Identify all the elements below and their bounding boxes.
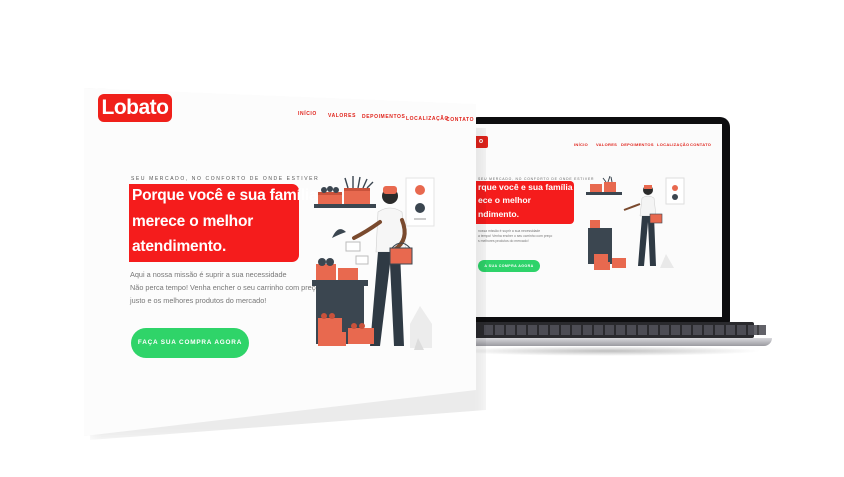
brand-logo[interactable]: Lobato <box>98 94 172 122</box>
hero-headline-line: merece o melhor <box>132 213 254 230</box>
hero-headline-line: atendimento. <box>132 238 227 255</box>
grocery-seller-illustration-icon <box>312 176 435 350</box>
hero-headline-box: Porque você e sua família merece o melho… <box>129 184 318 262</box>
nav-item-inicio[interactable]: INÍCIO <box>298 111 317 117</box>
hero-headline-line: Porque você e sua família <box>132 187 318 204</box>
laptop-headline-line: rque você e sua família <box>478 182 573 192</box>
hero-body-line: justo e os melhores produtos do mercado! <box>130 296 267 305</box>
nav-item-valores[interactable]: VALORES <box>328 113 356 119</box>
laptop-nav-inicio[interactable]: INÍCIO <box>574 142 588 147</box>
laptop-nav-valores[interactable]: VALORES <box>596 142 617 147</box>
laptop-base <box>442 322 772 348</box>
laptop-nav-localizacao[interactable]: LOCALIZAÇÃO <box>657 142 689 147</box>
shop-now-button[interactable]: FAÇA SUA COMPRA AGORA <box>131 328 249 358</box>
laptop-screen: o INÍCIO VALORES DEPOIMENTOS LOCALIZAÇÃO… <box>476 124 722 317</box>
laptop-body-line: a tempo! Venha encher o seu carrinho com… <box>478 234 553 238</box>
hero-tagline: SEU MERCADO, NO CONFORTO DE ONDE ESTIVER <box>131 176 320 182</box>
laptop-keyboard <box>484 325 766 335</box>
nav-item-localizacao[interactable]: LOCALIZAÇÃO <box>406 116 449 122</box>
laptop-nav-contato[interactable]: CONTATO <box>690 142 711 147</box>
nav-item-depoimentos[interactable]: DEPOIMENTOS <box>362 114 405 120</box>
hero-body-line: Aqui a nossa missão é suprir a sua neces… <box>130 270 287 279</box>
nav-item-contato[interactable]: CONTATO <box>446 117 474 123</box>
laptop-grocery-illustration-icon <box>586 176 685 270</box>
laptop-hero-box: rque você e sua família ece o melhor ndi… <box>476 181 574 224</box>
hero-body-line: Não perca tempo! Venha encher o seu carr… <box>130 283 320 292</box>
laptop-body-line: nossa missão é suprir a sua necessidade <box>478 229 541 233</box>
landing-page-card: Lobato INÍCIO VALORES DEPOIMENTOS LOCALI… <box>84 88 476 436</box>
laptop-cta-button[interactable]: A SUA COMPRA AGORA <box>478 260 540 272</box>
laptop-nav-depoimentos[interactable]: DEPOIMENTOS <box>621 142 654 147</box>
